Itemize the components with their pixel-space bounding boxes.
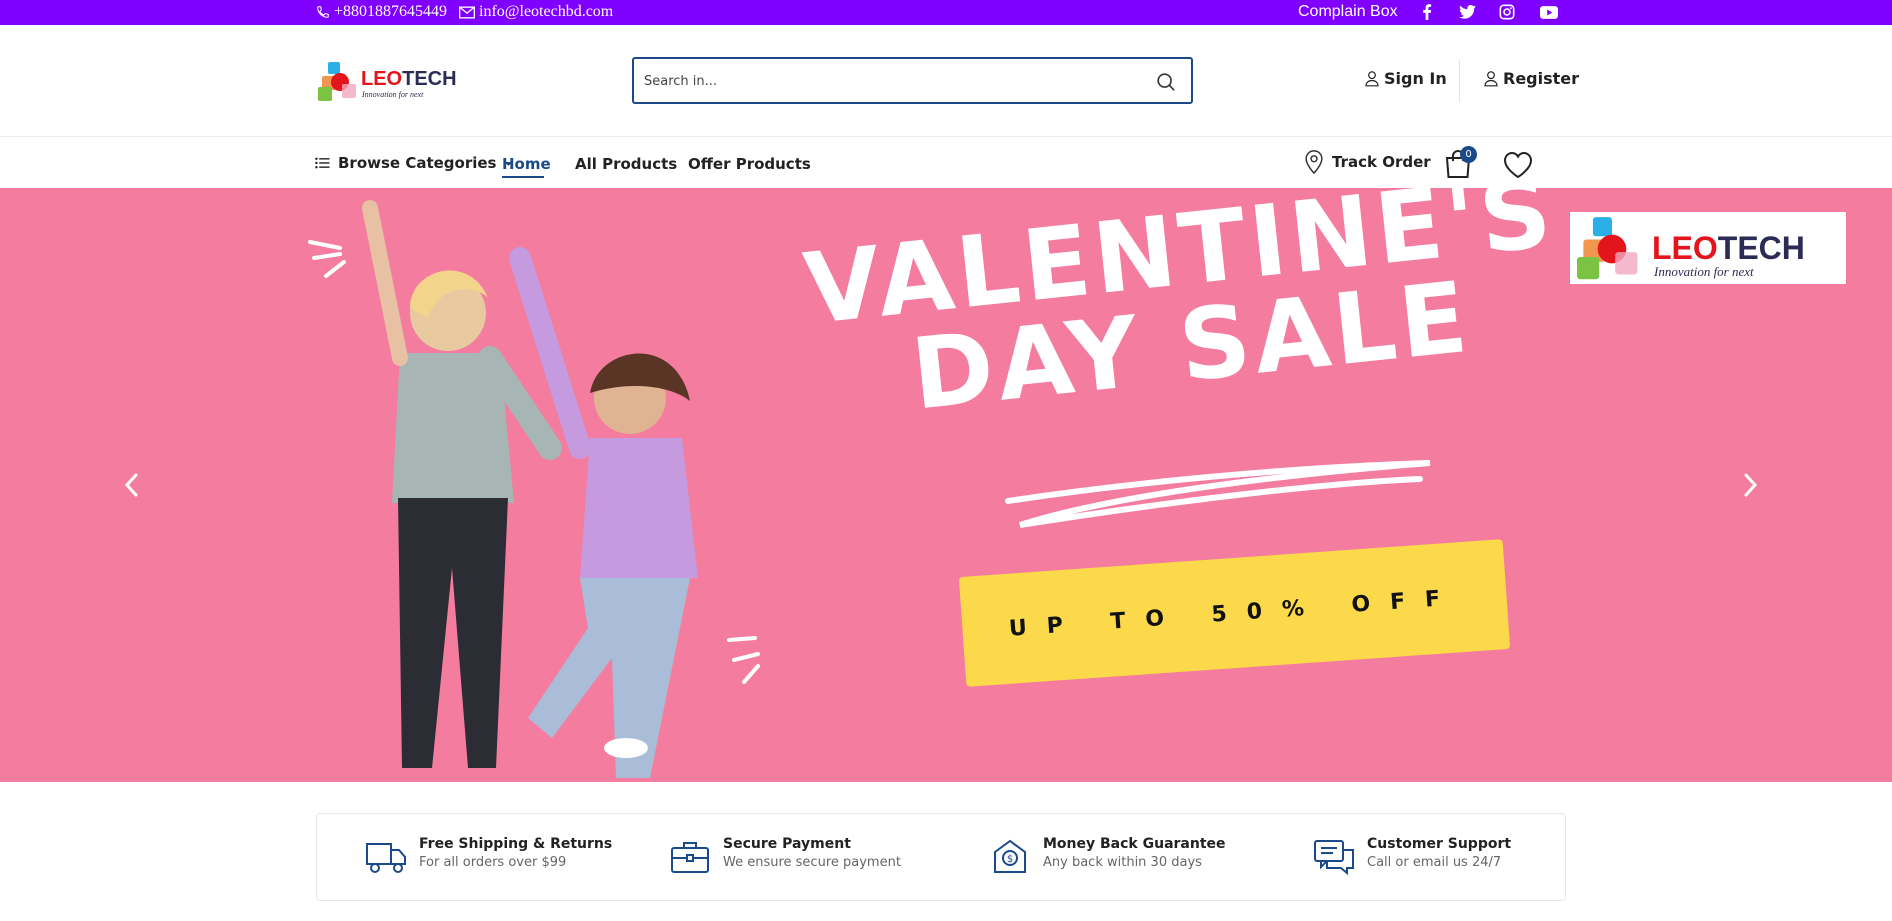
register-label: Register: [1503, 69, 1580, 88]
feature-title: Secure Payment: [723, 836, 851, 852]
cart-count-badge: 0: [1460, 146, 1477, 163]
phone-contact[interactable]: +8801887645449: [316, 3, 447, 21]
nav-all-products[interactable]: All Products: [575, 155, 677, 173]
main-nav: Browse Categories Home All Products Offe…: [0, 138, 1892, 188]
search-box: [632, 57, 1193, 104]
feature-subtitle: For all orders over $99: [419, 855, 567, 870]
scribble-underline: [1005, 460, 1431, 528]
feature-title: Money Back Guarantee: [1043, 836, 1226, 852]
money-back-icon: $: [994, 839, 1026, 873]
track-order-link[interactable]: Track Order: [1304, 150, 1431, 174]
email-contact[interactable]: info@leotechbd.com: [459, 3, 613, 21]
hero-headline: VALENTINE'S DAY SALE: [799, 188, 1560, 434]
twitter-icon[interactable]: [1456, 2, 1478, 22]
hero-models-image: [308, 200, 760, 778]
svg-text:$: $: [1007, 854, 1013, 865]
feature-subtitle: Call or email us 24/7: [1367, 855, 1502, 870]
nav-home[interactable]: Home: [502, 155, 551, 173]
map-pin-icon: [1305, 150, 1323, 174]
search-input[interactable]: [644, 69, 1124, 93]
feature-secure-payment: Secure Payment We ensure secure payment: [669, 836, 901, 876]
nav-offer-products[interactable]: Offer Products: [688, 155, 811, 173]
truck-icon: [366, 843, 406, 873]
browse-categories-label: Browse Categories: [338, 154, 497, 172]
briefcase-icon: [671, 842, 709, 873]
chat-icon: [1314, 840, 1354, 876]
feature-title: Customer Support: [1367, 836, 1512, 852]
features-bar: Free Shipping & Returns For all orders o…: [316, 813, 1566, 901]
browse-categories-button[interactable]: Browse Categories: [315, 154, 514, 172]
mail-icon: [459, 6, 475, 18]
carousel-next-icon[interactable]: [1738, 470, 1762, 500]
facebook-icon[interactable]: [1416, 2, 1438, 22]
feature-subtitle: Any back within 30 days: [1043, 855, 1202, 870]
offer-banner: UP TO 50% OFF: [958, 539, 1511, 687]
track-order-label: Track Order: [1332, 153, 1431, 171]
hero-logo-wordmark: LEOTECH: [1652, 230, 1805, 266]
user-icon: [1365, 71, 1379, 87]
hero-logo-tagline: Innovation for next: [1654, 264, 1754, 279]
logo-wordmark: LEOTECH: [361, 68, 457, 90]
logo-mark-icon: [318, 62, 356, 101]
register-link[interactable]: Register: [1483, 69, 1579, 88]
user-icon: [1484, 71, 1498, 87]
complain-box-link[interactable]: Complain Box: [1298, 3, 1398, 21]
feature-title: Free Shipping & Returns: [419, 836, 613, 852]
logo-tagline: Innovation for next: [362, 90, 424, 99]
account-divider: [1459, 60, 1460, 102]
site-header: LEOTECH Innovation for next Sign In Regi…: [0, 25, 1892, 137]
list-icon: [315, 157, 330, 169]
feature-subtitle: We ensure secure payment: [723, 855, 901, 870]
heart-icon[interactable]: [1503, 151, 1533, 179]
email-address: info@leotechbd.com: [479, 3, 614, 20]
top-bar: +8801887645449 info@leotechbd.com Compla…: [0, 0, 1892, 25]
youtube-icon[interactable]: [1538, 2, 1560, 22]
logo-mark-icon: [1577, 217, 1638, 280]
hero-logo: LEOTECH Innovation for next: [1570, 212, 1846, 284]
hero-banner: VALENTINE'S DAY SALE UP TO 50% OFF LEOTE…: [0, 188, 1892, 782]
sign-in-label: Sign In: [1384, 69, 1447, 88]
sign-in-link[interactable]: Sign In: [1364, 69, 1447, 88]
phone-number: +8801887645449: [334, 3, 448, 20]
active-nav-underline: [502, 176, 544, 178]
feature-customer-support: Customer Support Call or email us 24/7: [1313, 836, 1511, 876]
feature-free-shipping: Free Shipping & Returns For all orders o…: [365, 836, 612, 876]
feature-money-back: $ Money Back Guarantee Any back within 3…: [989, 836, 1226, 876]
instagram-icon[interactable]: [1496, 2, 1518, 22]
site-logo[interactable]: LEOTECH Innovation for next: [318, 60, 458, 104]
offer-text: UP TO 50% OFF: [1008, 584, 1461, 642]
phone-icon: [317, 6, 329, 18]
carousel-prev-icon[interactable]: [120, 470, 144, 500]
search-icon[interactable]: [1155, 71, 1177, 93]
